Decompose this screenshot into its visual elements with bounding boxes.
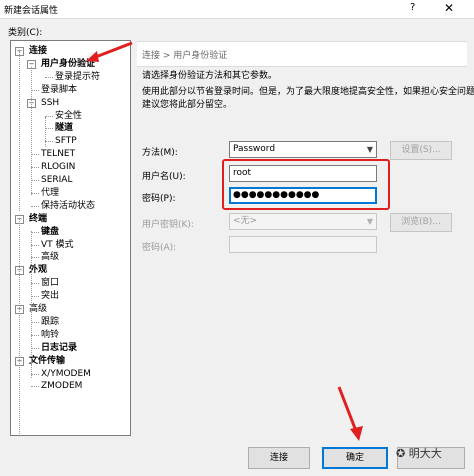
tree-item[interactable]: 用户身份验证 <box>41 58 95 70</box>
tree-guide <box>31 231 32 285</box>
browse-button[interactable]: 浏览(B)... <box>390 213 452 232</box>
settings-button[interactable]: 设置(S)... <box>390 141 452 160</box>
tree-item[interactable]: 保持活动状态 <box>41 200 95 212</box>
tree-item[interactable]: 安全性 <box>55 110 82 122</box>
connect-button[interactable]: 连接 <box>248 447 310 469</box>
tree-connector <box>31 244 39 246</box>
tree-connector <box>31 89 39 91</box>
tree-connector <box>45 141 53 143</box>
tree-connector <box>31 283 39 285</box>
tree-guide <box>19 218 20 435</box>
tree-guide <box>19 51 20 211</box>
tree-item[interactable]: 跟踪 <box>41 316 59 328</box>
close-button[interactable]: ✕ <box>444 1 454 15</box>
method-select[interactable]: Password ▼ <box>229 141 377 158</box>
tree-connector <box>45 76 53 78</box>
tree-guide <box>45 117 46 147</box>
tree-item[interactable]: 代理 <box>41 187 59 199</box>
window-title: 新建会话属性 <box>4 6 59 16</box>
tree-connector <box>31 167 39 169</box>
title-bar: 新建会话属性 ? ✕ <box>0 0 474 19</box>
tree-item[interactable]: ZMODEM <box>41 380 82 392</box>
tree-connector <box>31 205 39 207</box>
chat-bubble-icon: ✪ <box>396 447 406 460</box>
tree-connector <box>45 115 53 117</box>
tree-item[interactable]: 登录提示符 <box>55 71 100 83</box>
breadcrumb-bar: 连接 > 用户身份验证 <box>137 41 467 67</box>
tree-item[interactable]: 窗口 <box>41 277 59 289</box>
tree-connector <box>31 257 39 259</box>
tree-item[interactable]: 连接 <box>29 45 47 57</box>
user-key-label: 用户密钥(K): <box>142 220 194 230</box>
category-tree[interactable]: − 连接 − 用户身份验证 登录提示符 登录脚本 − SSH 安全性 隧道 SFTP TELNET RL… <box>10 40 131 436</box>
watermark-text: 明大大 <box>408 447 442 460</box>
description-line-2: 使用此部分以节省登录时间。但是，为了最大限度地提高安全性，如果担心安全问题， <box>142 87 474 97</box>
user-key-select[interactable]: <无> ▼ <box>229 213 377 230</box>
method-select-value: Password <box>233 144 276 154</box>
tree-connector <box>31 373 39 375</box>
tree-item[interactable]: X/YMODEM <box>41 368 91 380</box>
tree-item[interactable]: 高级 <box>41 251 59 263</box>
tree-connector <box>31 154 39 156</box>
tree-guide <box>31 361 32 378</box>
tree-item[interactable]: RLOGIN <box>41 161 75 173</box>
ok-button[interactable]: 确定 <box>322 447 388 469</box>
user-key-select-value: <无> <box>233 216 258 226</box>
annotation-highlight-box <box>222 159 390 210</box>
tree-item[interactable]: 突出 <box>41 290 59 302</box>
tree-item[interactable]: SSH <box>41 97 59 109</box>
chevron-down-icon: ▼ <box>366 217 373 226</box>
tree-connector <box>45 128 53 130</box>
tree-item[interactable]: 日志记录 <box>41 342 77 354</box>
tree-item[interactable]: SERIAL <box>41 174 72 186</box>
username-label: 用户名(U): <box>142 172 186 182</box>
tree-item[interactable]: VT 模式 <box>41 239 74 251</box>
tree-connector <box>31 386 39 388</box>
tree-guide <box>31 67 32 195</box>
tree-item[interactable]: 隧道 <box>55 122 73 134</box>
method-label: 方法(M): <box>142 148 178 158</box>
tree-guide <box>31 283 32 311</box>
tree-connector <box>31 334 39 336</box>
tree-connector <box>31 321 39 323</box>
tree-connector <box>31 231 39 233</box>
description-line-1: 请选择身份验证方法和其它参数。 <box>142 71 278 81</box>
watermark: ✪ 明大大 <box>396 445 442 461</box>
tree-item[interactable]: TELNET <box>41 148 75 160</box>
password-label: 密码(P): <box>142 194 176 204</box>
tree-item[interactable]: 键盘 <box>41 226 59 238</box>
tree-connector <box>31 192 39 194</box>
passphrase-label: 密码(A): <box>142 243 177 253</box>
tree-item[interactable]: 响铃 <box>41 329 59 341</box>
category-label: 类别(C): <box>8 28 43 38</box>
tree-guide <box>31 309 32 365</box>
chevron-down-icon: ▼ <box>366 145 373 154</box>
help-button[interactable]: ? <box>410 2 415 13</box>
tree-item[interactable]: 文件传输 <box>29 355 65 367</box>
tree-connector <box>31 347 39 349</box>
tree-item[interactable]: SFTP <box>55 135 77 147</box>
tree-connector <box>31 296 39 298</box>
breadcrumb: 连接 > 用户身份验证 <box>142 51 228 61</box>
tree-item[interactable]: 登录脚本 <box>41 84 77 96</box>
tree-connector <box>31 180 39 181</box>
passphrase-input[interactable] <box>229 236 377 253</box>
tree-item[interactable]: 终端 <box>29 213 47 225</box>
description-line-3: 建议您将此部分留空。 <box>142 100 233 110</box>
settings-panel: 连接 > 用户身份验证 请选择身份验证方法和其它参数。 使用此部分以节省登录时间… <box>137 36 474 438</box>
